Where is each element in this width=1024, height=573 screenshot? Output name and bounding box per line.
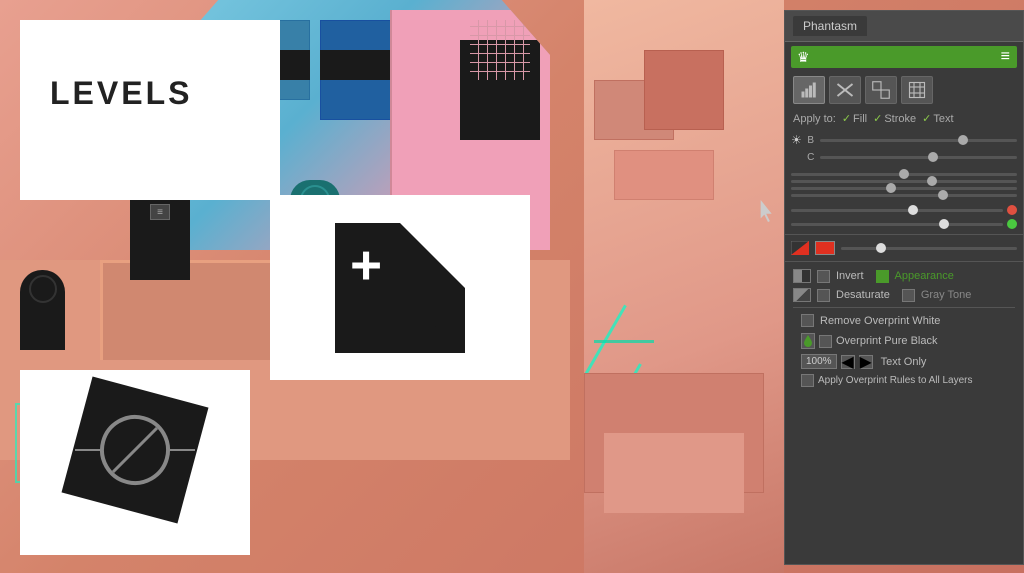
red-swatch[interactable] <box>815 241 835 255</box>
overprint-black-checkbox[interactable] <box>819 335 832 348</box>
invert-row: Invert Appearance <box>793 269 1015 283</box>
fill-checkmark: ✓ <box>842 112 851 125</box>
cursor-indicator <box>757 200 779 228</box>
menu-icon[interactable]: ≡ <box>1001 48 1011 66</box>
divider-2 <box>785 261 1023 262</box>
green-slider-row <box>785 217 1023 231</box>
desaturate-icon <box>793 288 811 302</box>
apply-all-layers-label: Apply Overprint Rules to All Layers <box>818 375 973 386</box>
levels-tool-button[interactable] <box>829 76 861 104</box>
fill-label: Fill <box>853 113 867 125</box>
gray-tone-checkbox[interactable] <box>902 289 915 302</box>
remove-overprint-row: Remove Overprint White <box>793 311 1015 330</box>
green-channel-slider[interactable] <box>791 223 1003 226</box>
apply-all-layers-checkbox[interactable] <box>801 374 814 387</box>
text-only-label: Text Only <box>881 356 927 368</box>
levels-title: LEVELS <box>50 75 192 112</box>
b-label: B <box>806 135 816 146</box>
text-checkmark: ✓ <box>922 112 931 125</box>
ch-slider-2 <box>791 180 1017 183</box>
ch-slider-track-2[interactable] <box>791 180 1017 183</box>
percent-value[interactable]: 100% <box>801 354 837 369</box>
red-slider-row <box>785 203 1023 217</box>
tool-icons-row <box>785 72 1023 108</box>
panel-titlebar: Phantasm <box>785 11 1023 42</box>
color-indicator-row <box>785 238 1023 258</box>
crown-icon: ♛ <box>797 49 810 66</box>
ch-slider-track-1[interactable] <box>791 173 1017 176</box>
desaturate-checkbox[interactable] <box>817 289 830 302</box>
desaturate-label: Desaturate <box>836 289 890 301</box>
stroke-checkmark: ✓ <box>873 112 882 125</box>
ch-slider-4 <box>791 194 1017 197</box>
phantasm-panel: Phantasm ♛ ≡ Apply <box>784 10 1024 565</box>
overprint-black-label: Overprint Pure Black <box>836 335 937 347</box>
invert-label: Invert <box>836 270 864 282</box>
ch-slider-3 <box>791 187 1017 190</box>
remove-overprint-checkbox[interactable] <box>801 314 814 327</box>
brightness-slider-row: ☀ B <box>791 133 1017 147</box>
color-icon <box>791 241 809 255</box>
bc-sliders-section: ☀ B ☀ C <box>785 129 1023 171</box>
levels-panel: LEVELS <box>20 20 280 200</box>
divider-3 <box>793 307 1015 308</box>
brightness-slider[interactable] <box>820 139 1017 142</box>
histogram-tool-button[interactable] <box>793 76 825 104</box>
plus-minus-panel: + − <box>270 195 530 380</box>
text-checkbox-item[interactable]: ✓ Text <box>922 112 953 125</box>
percent-row: 100% ◀ ▶ Text Only <box>793 352 1015 371</box>
apply-to-row: Apply to: ✓ Fill ✓ Stroke ✓ Text <box>785 108 1023 129</box>
red-main-slider[interactable] <box>841 247 1017 250</box>
checkbox-section: Invert Appearance Desaturate Gray Tone R… <box>785 265 1023 394</box>
stroke-label: Stroke <box>884 113 916 125</box>
brightness-icon: ☀ <box>791 133 802 147</box>
invert-icon <box>793 269 811 283</box>
c-label: C <box>806 152 816 163</box>
green-dot <box>1007 219 1017 229</box>
exposure-icon: + − <box>335 223 465 353</box>
desaturate-row: Desaturate Gray Tone <box>793 288 1015 302</box>
channel-sliders-section <box>785 171 1023 203</box>
arrow-left-button[interactable]: ◀ <box>841 355 855 369</box>
character-2 <box>20 270 65 350</box>
curves-tool-button[interactable] <box>865 76 897 104</box>
contrast-slider-row: ☀ C <box>791 150 1017 164</box>
invert-checkbox[interactable] <box>817 270 830 283</box>
overprint-black-row: Overprint Pure Black <box>793 330 1015 352</box>
drop-icon <box>801 333 815 349</box>
arrow-right-button[interactable]: ▶ <box>859 355 873 369</box>
stroke-checkbox-item[interactable]: ✓ Stroke <box>873 112 916 125</box>
appearance-label: Appearance <box>895 270 954 282</box>
ch-slider-track-3[interactable] <box>791 187 1017 190</box>
panel-tab[interactable]: Phantasm <box>793 16 867 36</box>
red-channel-slider[interactable] <box>791 209 1003 212</box>
gray-tone-label: Gray Tone <box>921 289 972 301</box>
ch-slider-track-4[interactable] <box>791 194 1017 197</box>
green-preset-bar[interactable]: ♛ ≡ <box>791 46 1017 68</box>
apply-all-layers-row: Apply Overprint Rules to All Layers <box>793 371 1015 390</box>
red-dot <box>1007 205 1017 215</box>
divider-1 <box>785 234 1023 235</box>
text-label: Text <box>933 113 953 125</box>
ch-slider-1 <box>791 173 1017 176</box>
contrast-slider[interactable] <box>820 156 1017 159</box>
right-scene <box>584 0 784 573</box>
appearance-checkbox[interactable] <box>876 270 889 283</box>
fill-checkbox-item[interactable]: ✓ Fill <box>842 112 867 125</box>
logo-rotated <box>62 377 209 524</box>
remove-overprint-label: Remove Overprint White <box>820 315 940 327</box>
circle-logo-panel <box>20 370 250 555</box>
grid-tool-button[interactable] <box>901 76 933 104</box>
apply-to-label: Apply to: <box>793 113 836 125</box>
